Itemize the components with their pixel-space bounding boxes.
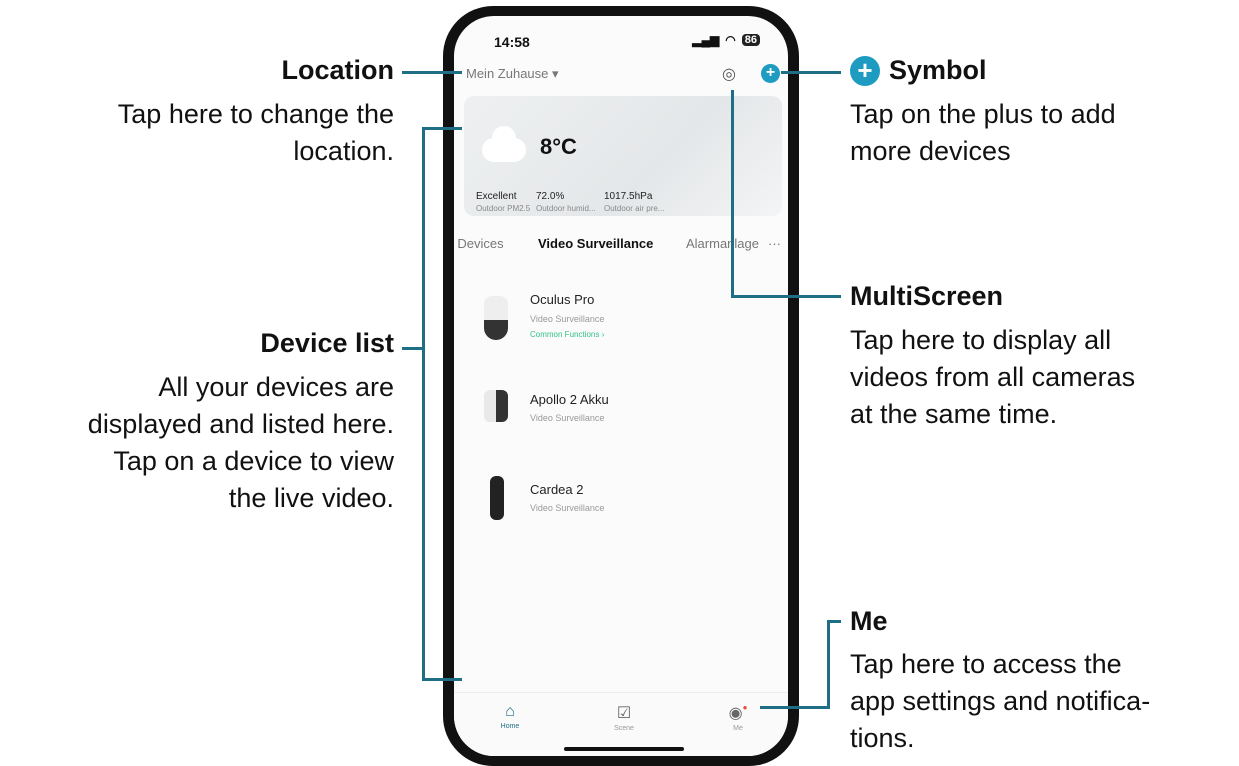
weather-card[interactable]: 8°C Excellent Outdoor PM2.5 72.0% Outdoo… — [464, 96, 782, 216]
callout-device-list-body: All your devices are displayed and liste… — [88, 369, 394, 517]
callout-device-list-title: Device list — [260, 328, 394, 358]
callout-line: videos from all cameras — [850, 362, 1136, 392]
callout-multiscreen-body: Tap here to display all videos from all … — [850, 322, 1135, 433]
battery-icon: 86 — [741, 34, 760, 46]
wifi-icon: ◠ — [725, 33, 736, 47]
callout-line: All your devices are — [158, 372, 394, 402]
callout-line: Tap here to access the — [850, 649, 1122, 679]
callout-line: Tap on a device to view — [113, 446, 394, 476]
callout-connector — [402, 347, 424, 350]
plus-icon: + — [765, 64, 776, 81]
callout-line: location. — [293, 136, 394, 166]
home-indicator — [564, 747, 684, 751]
callout-connector — [827, 620, 830, 709]
home-icon: ⌂ — [505, 703, 515, 720]
callout-bracket-bottom — [422, 678, 462, 681]
callout-multiscreen-title: MultiScreen — [850, 281, 1004, 311]
location-selector[interactable]: Mein Zuhause ▾ — [466, 66, 559, 82]
metric-label: Outdoor humid... — [536, 204, 596, 213]
status-icons: ▂▄▆ ◠ 86 — [692, 33, 760, 47]
callout-me-body: Tap here to access the app settings and … — [850, 646, 1150, 757]
callout-connector — [402, 71, 462, 74]
doorbell-thumbnail-icon — [490, 476, 504, 520]
location-label: Mein Zuhause — [466, 66, 549, 81]
nav-home[interactable]: ⌂ Home — [480, 703, 540, 730]
device-name: Oculus Pro — [530, 292, 595, 307]
callout-line: app settings and notifica- — [850, 686, 1151, 716]
chevron-down-icon: ▾ — [552, 66, 559, 81]
callout-symbol-title: Symbol — [889, 55, 987, 85]
callout-line: Tap here to change the — [117, 99, 394, 129]
camera-thumbnail-icon — [484, 296, 508, 340]
callout-connector — [827, 620, 841, 623]
callout-location-body: Tap here to change the location. — [118, 96, 394, 170]
nav-label: Home — [500, 723, 520, 730]
callout-line: Tap on the plus to add — [850, 99, 1116, 129]
add-device-button[interactable]: + — [761, 64, 780, 83]
device-category: Video Surveillance — [530, 413, 605, 423]
plus-icon: + — [850, 56, 880, 86]
callout-connector — [731, 295, 841, 298]
metric-label: Outdoor air pre... — [604, 204, 665, 213]
metric-label: Outdoor PM2.5 — [476, 204, 531, 213]
nav-scene[interactable]: ☑ Scene — [594, 703, 654, 732]
nav-label: Scene — [614, 725, 634, 732]
callout-connector — [731, 90, 734, 298]
callout-me-title: Me — [850, 606, 888, 636]
metric-value: Excellent — [476, 191, 517, 202]
phone-screen: 14:58 ▂▄▆ ◠ 86 Mein Zuhause ▾ ◎ + 8°C Ex… — [454, 16, 788, 756]
callout-line: the live video. — [228, 483, 394, 513]
callout-symbol-body: Tap on the plus to add more devices — [850, 96, 1116, 170]
checkbox-icon: ☑ — [616, 705, 632, 722]
device-name: Cardea 2 — [530, 482, 584, 497]
camera-icon[interactable]: ◎ — [722, 64, 736, 84]
more-tabs-icon[interactable]: ··· — [768, 236, 781, 251]
camera-thumbnail-icon — [484, 390, 508, 422]
status-time: 14:58 — [494, 34, 530, 50]
tab-alarmanlage[interactable]: Alarmanlage — [686, 236, 759, 251]
callout-line: Tap here to display all — [850, 325, 1112, 355]
cloud-icon — [482, 126, 526, 162]
device-functions[interactable]: Common Functions › — [530, 330, 604, 339]
signal-icon: ▂▄▆ — [692, 33, 720, 47]
device-category: Video Surveillance — [530, 314, 605, 324]
tab-video-surveillance[interactable]: Video Surveillance — [538, 236, 653, 251]
callout-bracket — [422, 127, 425, 681]
temperature: 8°C — [540, 134, 577, 159]
metric-value: 72.0% — [536, 191, 565, 202]
device-category: Video Surveillance — [530, 503, 605, 513]
callout-connector — [760, 706, 830, 709]
nav-label: Me — [733, 725, 743, 732]
callout-bracket-top — [422, 127, 462, 130]
nav-me[interactable]: ◉● Me — [708, 703, 768, 732]
device-name: Apollo 2 Akku — [530, 392, 609, 407]
profile-icon: ◉● — [728, 703, 748, 722]
callout-location-title: Location — [281, 55, 395, 85]
callout-line: tions. — [850, 723, 915, 753]
callout-line: at the same time. — [850, 399, 1058, 429]
callout-line: more devices — [850, 136, 1011, 166]
callout-connector — [781, 71, 841, 74]
notification-dot-icon: ● — [742, 703, 748, 712]
tab-all-devices[interactable]: ll Devices — [454, 236, 504, 251]
callout-line: displayed and listed here. — [87, 409, 394, 439]
metric-value: 1017.5hPa — [604, 191, 653, 202]
